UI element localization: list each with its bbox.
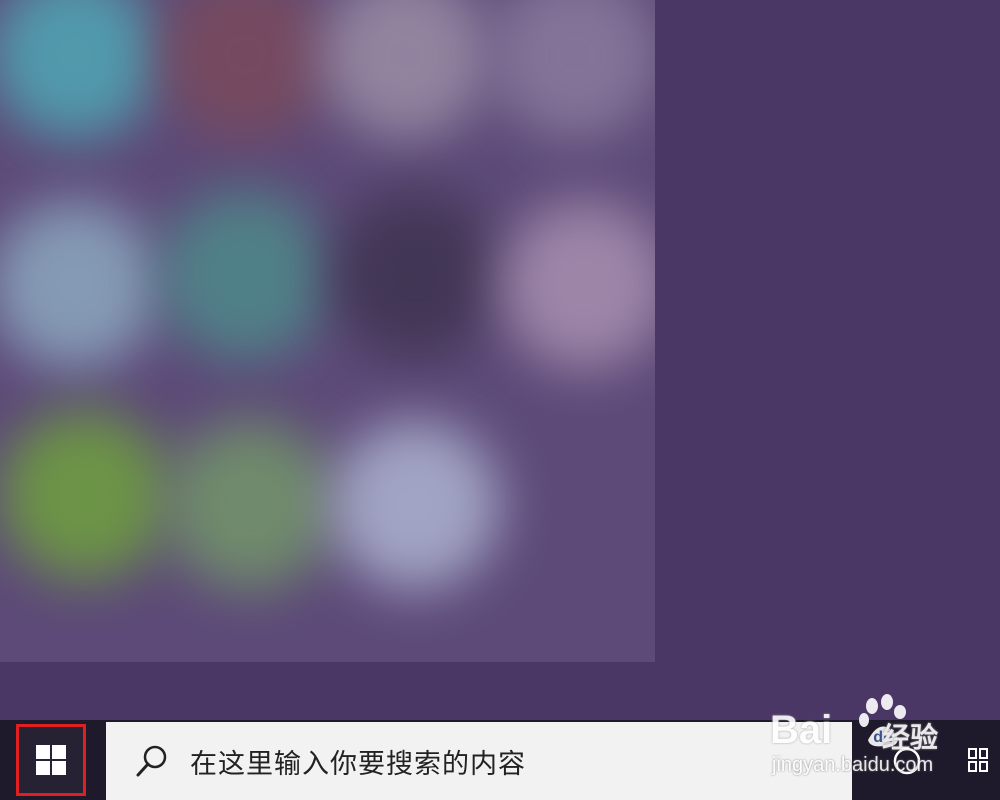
circle-icon bbox=[893, 747, 921, 775]
app-tile[interactable] bbox=[160, 190, 330, 360]
task-view-icon bbox=[968, 748, 988, 772]
app-tile[interactable] bbox=[320, 0, 490, 140]
app-tile[interactable] bbox=[500, 200, 655, 370]
app-tile[interactable] bbox=[160, 0, 330, 140]
start-button[interactable] bbox=[16, 724, 86, 796]
app-tile[interactable] bbox=[490, 0, 655, 140]
search-icon bbox=[132, 741, 172, 781]
app-tile[interactable] bbox=[330, 190, 500, 360]
search-input[interactable]: 在这里输入你要搜索的内容 bbox=[106, 722, 852, 800]
app-tile[interactable] bbox=[330, 420, 500, 590]
windows-logo-icon bbox=[36, 745, 66, 775]
app-tile[interactable] bbox=[0, 0, 160, 140]
app-tile[interactable] bbox=[0, 410, 170, 580]
start-menu-tiles-panel bbox=[0, 0, 655, 662]
desktop-background bbox=[0, 0, 1000, 720]
search-placeholder: 在这里输入你要搜索的内容 bbox=[190, 748, 526, 780]
cortana-button[interactable] bbox=[872, 722, 942, 800]
app-tile[interactable] bbox=[165, 420, 335, 590]
app-tile[interactable] bbox=[0, 200, 160, 370]
task-view-button[interactable] bbox=[958, 722, 1000, 800]
